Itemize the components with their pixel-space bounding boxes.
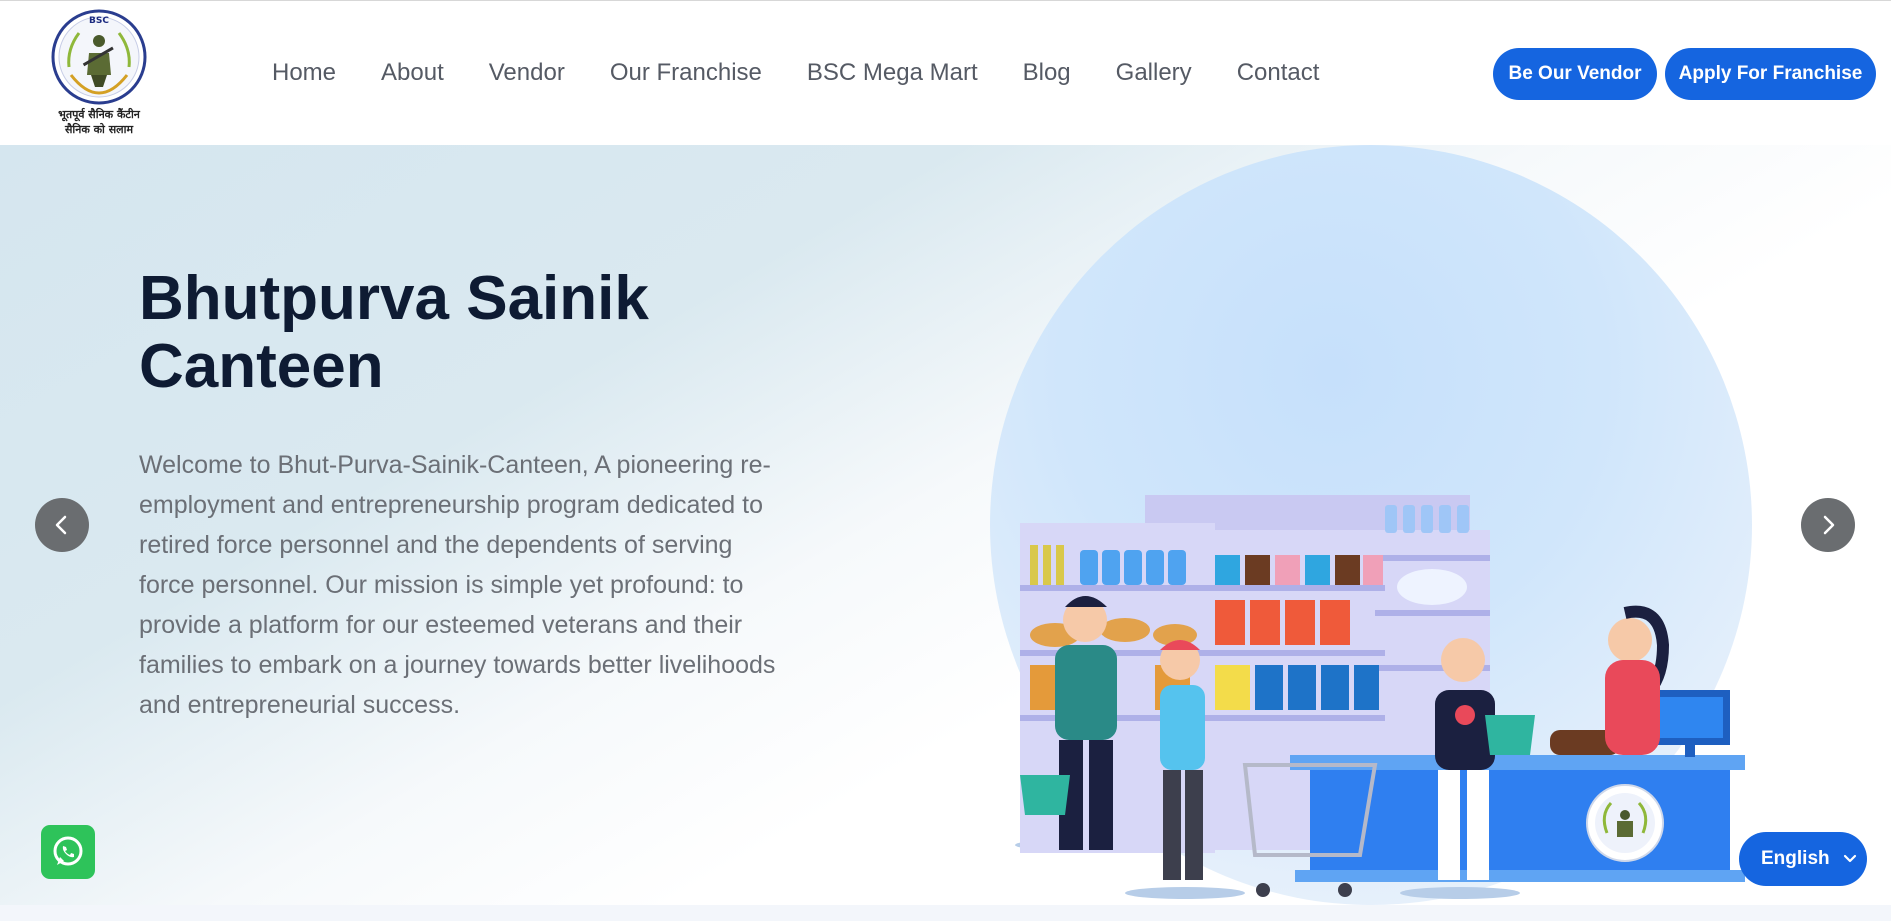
language-selected-label: English — [1761, 848, 1830, 869]
chevron-down-icon — [1843, 854, 1857, 863]
svg-text:BSC: BSC — [89, 16, 109, 26]
bsc-emblem-icon: BSC — [51, 9, 147, 105]
chevron-left-icon — [55, 515, 67, 535]
site-logo[interactable]: BSC भूतपूर्व सैनिक कैंटीन सैनिक को सलाम — [48, 9, 150, 139]
apply-for-franchise-button[interactable]: Apply For Franchise — [1665, 48, 1876, 100]
nav-item-bsc-mega-mart[interactable]: BSC Mega Mart — [807, 59, 978, 87]
slider-next-button[interactable] — [1801, 498, 1855, 552]
logo-subtagline-hindi: सैनिक को सलाम — [64, 123, 134, 136]
hero-slider: Bhutpurva Sainik Canteen Welcome to Bhut… — [0, 145, 1891, 905]
page: BSC भूतपूर्व सैनिक कैंटीन सैनिक को सलाम … — [0, 0, 1891, 921]
language-selector[interactable]: English — [1739, 832, 1867, 886]
section-divider — [0, 905, 1891, 921]
hero-description: Welcome to Bhut-Purva-Sainik-Canteen, A … — [139, 451, 776, 719]
main-nav: Home About Vendor Our Franchise BSC Mega… — [272, 55, 1364, 91]
nav-item-about[interactable]: About — [381, 59, 444, 87]
nav-item-gallery[interactable]: Gallery — [1116, 59, 1192, 87]
nav-item-blog[interactable]: Blog — [1023, 59, 1071, 87]
chevron-right-icon — [1823, 515, 1835, 535]
whatsapp-button[interactable] — [41, 825, 95, 879]
site-header: BSC भूतपूर्व सैनिक कैंटीन सैनिक को सलाम … — [0, 0, 1891, 145]
whatsapp-icon — [53, 836, 83, 866]
slider-prev-button[interactable] — [35, 498, 89, 552]
nav-item-our-franchise[interactable]: Our Franchise — [610, 59, 762, 87]
nav-item-home[interactable]: Home — [272, 59, 336, 87]
supermarket-illustration — [1015, 495, 1745, 899]
hero-title: Bhutpurva Sainik Canteen — [139, 264, 649, 401]
nav-item-vendor[interactable]: Vendor — [489, 59, 565, 87]
nav-item-contact[interactable]: Contact — [1237, 59, 1320, 87]
logo-tagline-hindi: भूतपूर्व सैनिक कैंटीन — [58, 108, 140, 121]
be-our-vendor-button[interactable]: Be Our Vendor — [1493, 48, 1657, 100]
